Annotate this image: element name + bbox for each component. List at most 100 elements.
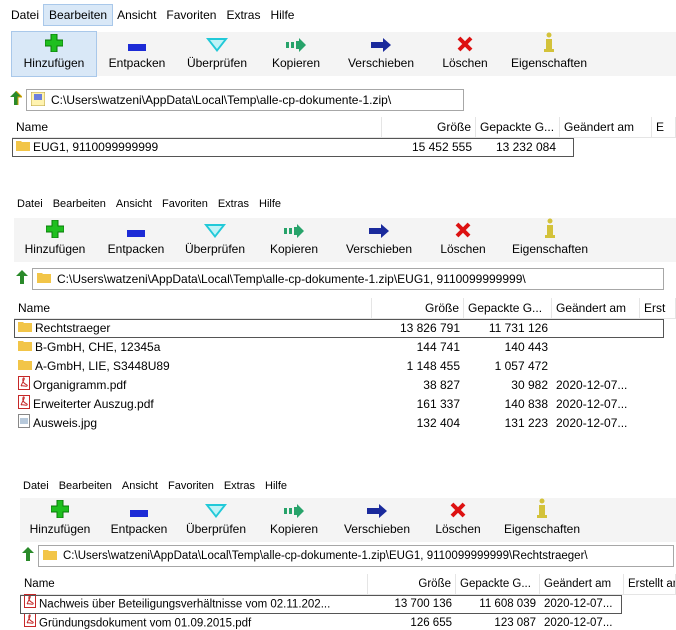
pdf-file-icon — [24, 613, 36, 630]
move-button[interactable]: Verschieben — [334, 218, 424, 262]
column-size[interactable]: Größe — [382, 117, 476, 137]
up-folder-icon[interactable] — [18, 546, 38, 566]
menu-favorites[interactable]: Favoriten — [163, 476, 219, 496]
path-field[interactable]: C:\Users\watzeni\AppData\Local\Temp\alle… — [26, 89, 464, 111]
menu-favorites[interactable]: Favoriten — [161, 5, 221, 25]
copy-icon — [284, 498, 304, 518]
table-row[interactable]: A-GmbH, LIE, S3448U89 1 148 455 1 057 47… — [14, 357, 676, 376]
column-name[interactable]: Name — [14, 298, 372, 318]
delete-icon — [457, 32, 473, 52]
column-created[interactable]: E — [652, 117, 676, 137]
menu-file[interactable]: Datei — [12, 194, 48, 214]
add-button[interactable]: Hinzufügen — [14, 218, 96, 262]
table-row[interactable]: Ausweis.jpg 132 404 131 223 2020-12-07..… — [14, 413, 676, 434]
properties-button[interactable]: Eigenschaften — [502, 218, 598, 262]
minus-icon — [127, 218, 145, 238]
folder-icon — [37, 272, 51, 286]
column-created[interactable]: Erst — [640, 298, 676, 318]
address-bar: C:\Users\watzeni\AppData\Local\Temp\alle… — [18, 545, 676, 567]
up-folder-icon[interactable] — [12, 269, 32, 289]
menu-view[interactable]: Ansicht — [117, 476, 163, 496]
table-row[interactable]: Erweiterter Auszug.pdf 161 337 140 838 2… — [14, 394, 676, 415]
extract-button[interactable]: Entpacken — [96, 218, 176, 262]
path-field[interactable]: C:\Users\watzeni\AppData\Local\Temp\alle… — [38, 545, 674, 567]
menu-edit[interactable]: Bearbeiten — [54, 476, 117, 496]
copy-icon — [286, 32, 306, 52]
table-row[interactable]: Nachweis über Beteiligungsverhältnisse v… — [20, 594, 622, 614]
menu-view[interactable]: Ansicht — [111, 194, 157, 214]
menu-help[interactable]: Hilfe — [260, 476, 292, 496]
move-button[interactable]: Verschieben — [336, 32, 426, 76]
move-button[interactable]: Verschieben — [334, 498, 420, 542]
menu-file[interactable]: Datei — [6, 5, 44, 25]
column-packed[interactable]: Gepackte G... — [456, 574, 540, 594]
up-folder-icon[interactable] — [6, 90, 26, 110]
add-button[interactable]: Hinzufügen — [20, 498, 100, 542]
pdf-file-icon — [18, 394, 30, 415]
column-size[interactable]: Größe — [372, 298, 464, 318]
table-row[interactable]: B-GmbH, CHE, 12345a 144 741 140 443 — [14, 338, 676, 357]
plus-icon — [45, 32, 63, 52]
menu-help[interactable]: Hilfe — [254, 194, 286, 214]
menu-edit[interactable]: Bearbeiten — [43, 4, 114, 26]
file-list: Name Größe Gepackte G... Geändert am Ers… — [14, 298, 676, 433]
test-button[interactable]: Überprüfen — [176, 218, 254, 262]
column-modified[interactable]: Geändert am — [540, 574, 624, 594]
file-list-header: Name Größe Gepackte G... Geändert am Ers… — [20, 574, 676, 595]
properties-button[interactable]: Eigenschaften — [504, 32, 594, 76]
delete-button[interactable]: Löschen — [420, 498, 496, 542]
file-list-header: Name Größe Gepackte G... Geändert am Ers… — [14, 298, 676, 319]
menu-extras[interactable]: Extras — [213, 194, 254, 214]
column-packed[interactable]: Gepackte G... — [476, 117, 560, 137]
column-name[interactable]: Name — [20, 574, 368, 594]
column-name[interactable]: Name — [12, 117, 382, 137]
plus-icon — [46, 218, 64, 238]
file-list: Name Größe Gepackte G... Geändert am Ers… — [20, 574, 676, 630]
menu-extras[interactable]: Extras — [219, 476, 260, 496]
column-modified[interactable]: Geändert am — [560, 117, 652, 137]
test-button[interactable]: Überprüfen — [178, 32, 256, 76]
menu-file[interactable]: Datei — [18, 476, 54, 496]
menu-bar: Datei Bearbeiten Ansicht Favoriten Extra… — [6, 4, 299, 26]
toolbar: Hinzufügen Entpacken Überprüfen Kopieren… — [20, 498, 676, 542]
delete-button[interactable]: Löschen — [424, 218, 502, 262]
info-icon — [537, 498, 547, 518]
delete-icon — [450, 498, 466, 518]
table-row[interactable]: Organigramm.pdf 38 827 30 982 2020-12-07… — [14, 375, 676, 395]
delete-icon — [455, 218, 471, 238]
copy-button[interactable]: Kopieren — [254, 498, 334, 542]
menu-extras[interactable]: Extras — [221, 5, 265, 25]
move-icon — [371, 32, 391, 52]
delete-button[interactable]: Löschen — [426, 32, 504, 76]
extract-button[interactable]: Entpacken — [100, 498, 178, 542]
table-row[interactable]: Gründungsdokument vom 01.09.2015.pdf 126… — [20, 613, 676, 630]
menu-help[interactable]: Hilfe — [265, 5, 299, 25]
add-button[interactable]: Hinzufügen — [11, 31, 97, 77]
table-row[interactable]: Rechtstraeger 13 826 791 11 731 126 — [14, 319, 664, 338]
toolbar: Hinzufügen Entpacken Überprüfen Kopieren… — [14, 218, 676, 262]
check-icon — [206, 32, 228, 52]
extract-button[interactable]: Entpacken — [96, 32, 178, 76]
menu-edit[interactable]: Bearbeiten — [48, 194, 111, 214]
properties-button[interactable]: Eigenschaften — [496, 498, 588, 542]
move-icon — [369, 218, 389, 238]
image-file-icon — [18, 413, 30, 434]
toolbar: Hinzufügen Entpacken Überprüfen Kopieren… — [11, 31, 676, 77]
table-row[interactable]: EUG1, 9110099999999 15 452 555 13 232 08… — [12, 138, 574, 157]
menu-favorites[interactable]: Favoriten — [157, 194, 213, 214]
copy-button[interactable]: Kopieren — [256, 32, 336, 76]
column-modified[interactable]: Geändert am — [552, 298, 640, 318]
test-button[interactable]: Überprüfen — [178, 498, 254, 542]
column-created[interactable]: Erstellt am — [624, 574, 676, 594]
plus-icon — [51, 498, 69, 518]
folder-icon — [18, 319, 32, 338]
column-packed[interactable]: Gepackte G... — [464, 298, 552, 318]
menu-view[interactable]: Ansicht — [112, 5, 161, 25]
menu-bar: Datei Bearbeiten Ansicht Favoriten Extra… — [12, 194, 286, 214]
path-field[interactable]: C:\Users\watzeni\AppData\Local\Temp\alle… — [32, 268, 664, 290]
check-icon — [205, 498, 227, 518]
info-icon — [545, 218, 555, 238]
copy-button[interactable]: Kopieren — [254, 218, 334, 262]
address-bar: C:\Users\watzeni\AppData\Local\Temp\alle… — [6, 89, 670, 111]
column-size[interactable]: Größe — [368, 574, 456, 594]
